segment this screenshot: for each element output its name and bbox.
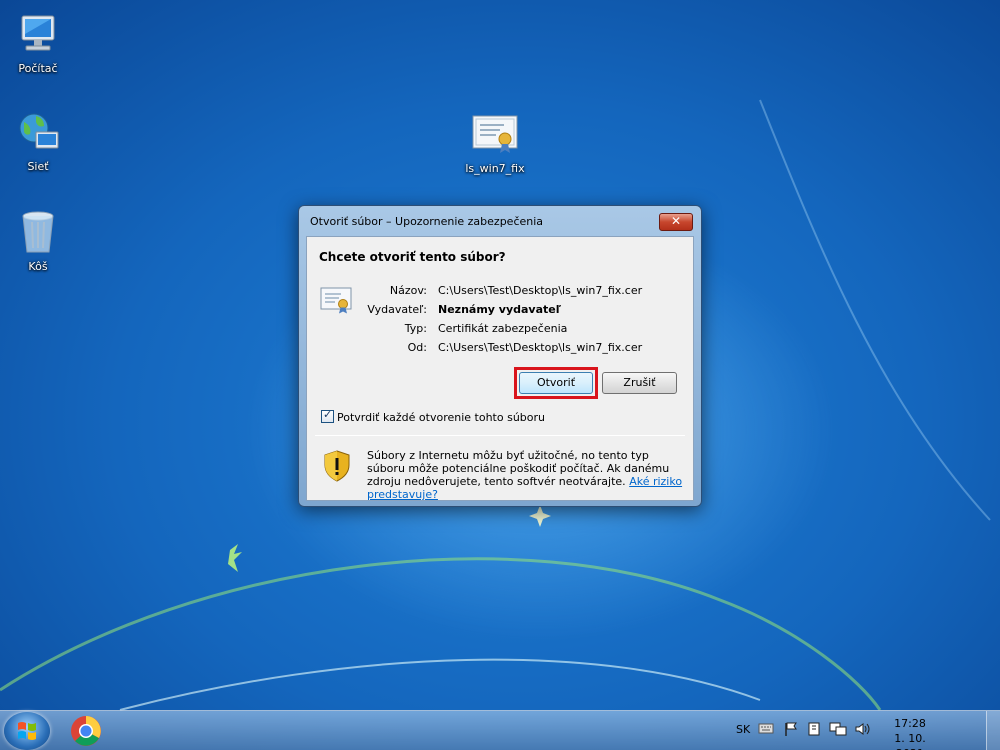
- desktop-icon-recycle-bin[interactable]: Kôš: [0, 208, 76, 273]
- separator: [315, 435, 685, 436]
- cancel-button[interactable]: Zrušiť: [602, 372, 677, 394]
- close-button[interactable]: ✕: [659, 213, 693, 231]
- action-center-flag-icon[interactable]: [783, 721, 799, 740]
- taskbar: SK 17:28 1. 10. 2021: [0, 710, 1000, 750]
- computer-icon: [14, 10, 62, 58]
- windows-logo-icon: [18, 722, 36, 740]
- clock-time: 17:28: [894, 717, 926, 730]
- property-value: C:\Users\Test\Desktop\ls_win7_fix.cer: [438, 341, 643, 354]
- property-label: Názov:: [389, 284, 427, 297]
- dialog-title: Otvoriť súbor – Upozornenie zabezpečenia: [310, 215, 544, 228]
- recycle-bin-icon: [14, 208, 62, 256]
- warning-message: Súbory z Internetu môžu byť užitočné, no…: [367, 449, 670, 488]
- warning-area: Súbory z Internetu môžu byť užitočné, no…: [307, 440, 693, 501]
- keyboard-icon[interactable]: [758, 721, 774, 738]
- desktop-icon-computer[interactable]: Počítač: [0, 10, 76, 75]
- warning-text: Súbory z Internetu môžu byť užitočné, no…: [367, 449, 687, 501]
- confirm-checkbox-row[interactable]: Potvrdiť každé otvorenie tohto súboru: [321, 408, 545, 424]
- property-label: Typ:: [404, 322, 427, 335]
- desktop-icon-label: Počítač: [18, 62, 58, 75]
- property-label: Vydavateľ:: [367, 303, 427, 316]
- show-desktop-button[interactable]: [986, 711, 1000, 750]
- confirm-checkbox-label: Potvrdiť každé otvorenie tohto súboru: [337, 411, 545, 424]
- network-icon: [14, 108, 62, 156]
- network-tray-icon[interactable]: [829, 721, 847, 740]
- clock-date: 1. 10. 2021: [894, 732, 926, 750]
- desktop-icon-label: Sieť: [27, 160, 49, 173]
- desktop-icon-network[interactable]: Sieť: [0, 108, 76, 173]
- property-label: Od:: [407, 341, 427, 354]
- open-button[interactable]: Otvoriť: [519, 372, 593, 394]
- system-tray: SK 17:28 1. 10. 2021: [730, 711, 970, 750]
- property-value: C:\Users\Test\Desktop\ls_win7_fix.cer: [438, 284, 643, 297]
- clock[interactable]: 17:28 1. 10. 2021: [880, 716, 940, 750]
- desktop-icon-certificate-file[interactable]: ls_win7_fix: [457, 110, 533, 175]
- security-warning-dialog: Otvoriť súbor – Upozornenie zabezpečenia…: [298, 205, 702, 507]
- warning-shield-icon: [323, 450, 351, 485]
- chrome-taskbar-icon[interactable]: [70, 715, 102, 747]
- confirm-checkbox[interactable]: [321, 408, 334, 423]
- dialog-body: Chcete otvoriť tento súbor? Názov: C:\Us…: [306, 236, 694, 501]
- dialog-question: Chcete otvoriť tento súbor?: [319, 250, 506, 264]
- language-indicator[interactable]: SK: [736, 723, 750, 736]
- start-button[interactable]: [4, 712, 50, 750]
- device-icon[interactable]: [806, 721, 822, 740]
- desktop-icon-label: ls_win7_fix: [465, 162, 525, 175]
- certificate-file-icon: [471, 110, 519, 158]
- volume-icon[interactable]: [854, 721, 872, 740]
- property-value: Certifikát zabezpečenia: [438, 322, 568, 335]
- property-value: Neznámy vydavateľ: [438, 303, 562, 316]
- desktop-icon-label: Kôš: [28, 260, 48, 273]
